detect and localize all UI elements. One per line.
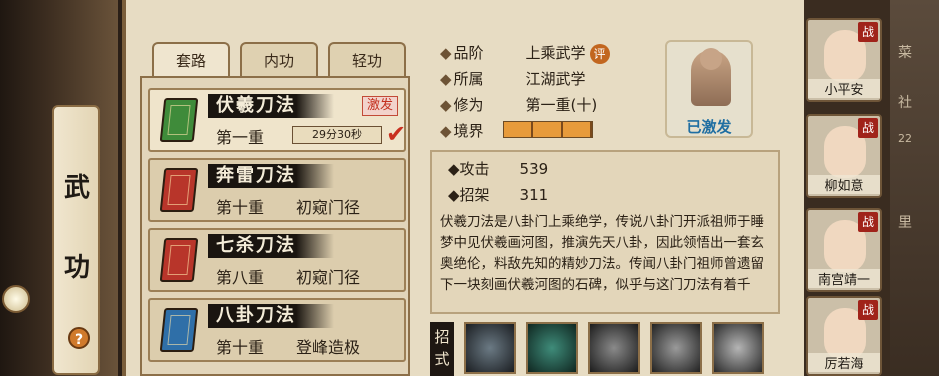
parry-row: ◆招架 311 bbox=[448, 186, 549, 204]
rate-icon[interactable]: 评 bbox=[589, 44, 610, 64]
grade-value: 上乘武学 bbox=[525, 44, 586, 62]
grade-label: 品阶 bbox=[453, 44, 484, 62]
book-icon bbox=[159, 168, 199, 212]
move-icon[interactable] bbox=[650, 322, 702, 374]
scroll-sidebar: 武 功 ? bbox=[0, 0, 118, 376]
attack-value: 539 bbox=[519, 160, 549, 178]
background-panel: 菜 社 22 里 bbox=[890, 0, 939, 376]
character-name: 厉若海 bbox=[808, 353, 880, 372]
character-name: 小平安 bbox=[808, 79, 880, 98]
jade-ring-icon bbox=[2, 285, 30, 313]
skill-description: 伏羲刀法是八卦门上乘绝学，传说八卦门开派祖师于睡梦中见伏羲画河图，推演先天八卦，… bbox=[430, 206, 780, 314]
character-card[interactable]: 战 南宫靖一 bbox=[806, 208, 882, 292]
skill-progress: 登峰造极 bbox=[296, 338, 361, 357]
character-name: 柳如意 bbox=[808, 175, 880, 194]
attack-row: ◆攻击 539 bbox=[448, 160, 549, 178]
help-button[interactable]: ? bbox=[68, 327, 90, 349]
skill-level: 第一重 bbox=[216, 128, 265, 147]
realm-bar bbox=[503, 121, 593, 138]
skill-item-qisha[interactable]: 七杀刀法 第八重 初窥门径 bbox=[148, 228, 406, 292]
activated-label: 已激发 bbox=[686, 118, 732, 136]
title-char: 功 bbox=[64, 253, 91, 283]
stats-box: ◆攻击 539 ◆招架 311 bbox=[430, 150, 780, 208]
tab-routine[interactable]: 套路 bbox=[152, 42, 230, 76]
skill-level: 第十重 bbox=[216, 198, 265, 217]
edge-text: 社 bbox=[898, 95, 912, 111]
belong-value: 江湖武学 bbox=[525, 70, 586, 88]
battle-tag: 战 bbox=[858, 212, 878, 232]
cultivate-label: 修为 bbox=[453, 96, 484, 114]
book-icon bbox=[159, 98, 199, 142]
check-icon: ✔ bbox=[386, 120, 407, 148]
skill-item-fuxi[interactable]: 伏羲刀法 激发 第一重 29分30秒 ✔ bbox=[148, 88, 406, 152]
tab-lightness[interactable]: 轻功 bbox=[328, 42, 406, 76]
parry-label: 招架 bbox=[459, 186, 490, 204]
skill-level: 第十重 bbox=[216, 338, 265, 357]
battle-tag: 战 bbox=[858, 22, 878, 42]
move-icon[interactable] bbox=[526, 322, 578, 374]
attack-label: 攻击 bbox=[459, 160, 490, 178]
character-card[interactable]: 战 柳如意 bbox=[806, 114, 882, 198]
skill-progress: 初窥门径 bbox=[296, 268, 361, 287]
cultivate-value: 第一重(十) bbox=[525, 96, 598, 114]
grade-row: ◆ 品阶 上乘武学评 bbox=[440, 42, 610, 64]
edge-text: 22 bbox=[898, 132, 912, 145]
moves-label: 招式 bbox=[430, 322, 454, 376]
character-card[interactable]: 战 小平安 bbox=[806, 18, 882, 102]
skill-portrait: 已激发 bbox=[665, 40, 753, 138]
skill-timer: 29分30秒 bbox=[292, 126, 382, 144]
skill-name: 伏羲刀法 bbox=[208, 94, 334, 118]
skill-name: 八卦刀法 bbox=[208, 304, 334, 328]
edge-text: 里 bbox=[898, 215, 912, 231]
skill-level: 第八重 bbox=[216, 268, 265, 287]
skill-name: 奔雷刀法 bbox=[208, 164, 334, 188]
monk-figure bbox=[691, 48, 731, 106]
book-icon bbox=[159, 238, 199, 282]
battle-tag: 战 bbox=[858, 118, 878, 138]
book-icon bbox=[159, 308, 199, 352]
skill-progress: 初窥门径 bbox=[296, 198, 361, 217]
move-icon[interactable] bbox=[464, 322, 516, 374]
parry-value: 311 bbox=[519, 186, 549, 204]
belong-label: 所属 bbox=[453, 70, 484, 88]
title-char: 武 bbox=[64, 173, 91, 203]
martial-arts-scroll: 武 功 ? bbox=[52, 105, 100, 375]
cultivate-row: ◆ 修为 第一重(十) bbox=[440, 96, 598, 114]
move-icon[interactable] bbox=[712, 322, 764, 374]
move-icon[interactable] bbox=[588, 322, 640, 374]
character-name: 南宫靖一 bbox=[808, 269, 880, 288]
character-card[interactable]: 战 厉若海 bbox=[806, 296, 882, 376]
battle-tag: 战 bbox=[858, 300, 878, 320]
tab-internal[interactable]: 内功 bbox=[240, 42, 318, 76]
belong-row: ◆ 所属 江湖武学 bbox=[440, 70, 586, 88]
edge-text: 菜 bbox=[898, 45, 912, 61]
skill-item-benlei[interactable]: 奔雷刀法 第十重 初窥门径 bbox=[148, 158, 406, 222]
skill-name: 七杀刀法 bbox=[208, 234, 334, 258]
skill-item-bagua[interactable]: 八卦刀法 第十重 登峰造极 bbox=[148, 298, 406, 362]
activated-badge: 激发 bbox=[362, 96, 398, 116]
